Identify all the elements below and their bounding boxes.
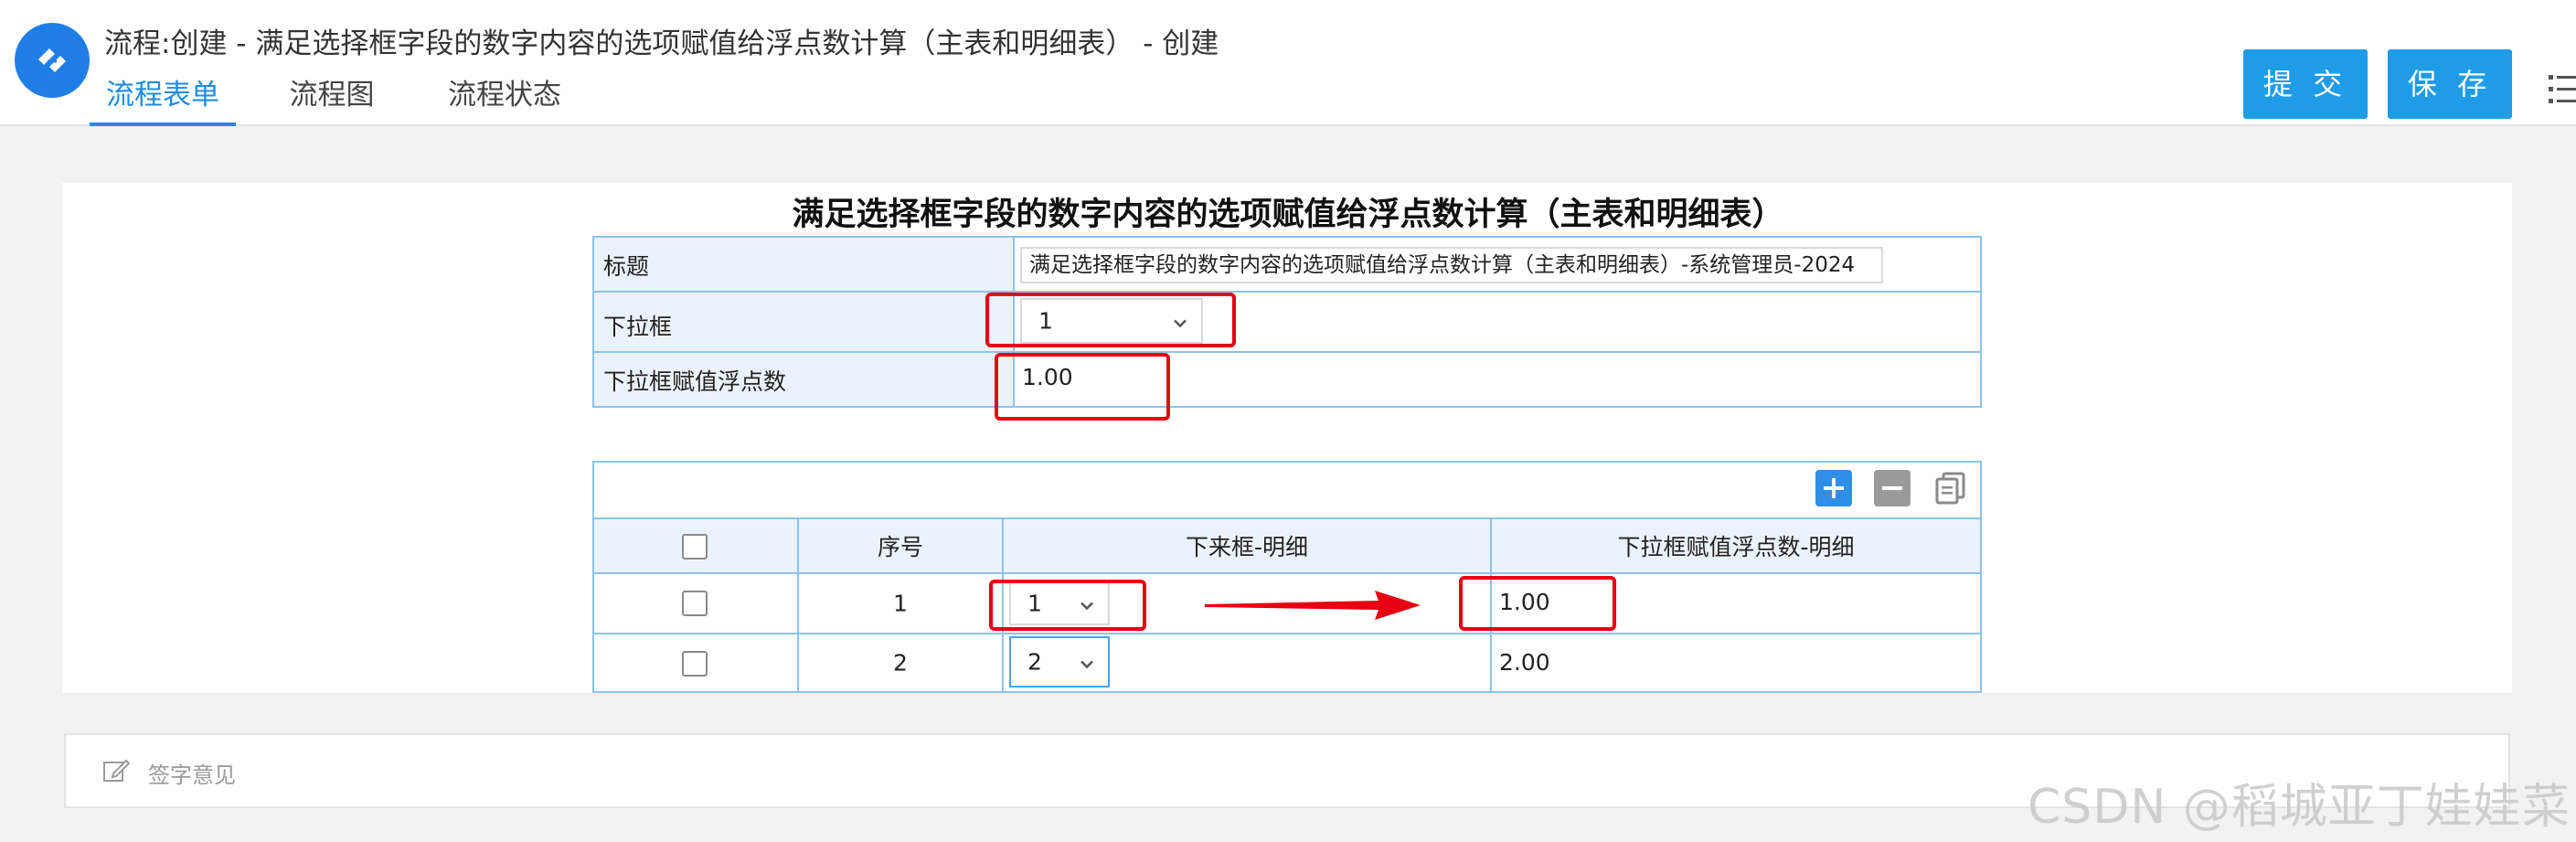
copy-icon[interactable] xyxy=(1932,470,1969,506)
tab-flowchart[interactable]: 流程图 xyxy=(282,75,382,126)
row-float-value: 1.00 xyxy=(1499,589,1550,615)
detail-select[interactable]: 1 xyxy=(1009,581,1110,625)
row-index-cell: 1 xyxy=(797,572,1004,634)
main-select[interactable]: 1 xyxy=(1020,298,1203,344)
select-label-cell: 下拉框 xyxy=(592,291,1015,353)
row-checkbox[interactable] xyxy=(682,651,708,677)
form-title: 满足选择框字段的数字内容的选项赋值给浮点数计算（主表和明细表） xyxy=(792,197,1784,233)
select-label: 下拉框 xyxy=(603,314,673,340)
app-title: 流程:创建 - 满足选择框字段的数字内容的选项赋值给浮点数计算（主表和明细表） … xyxy=(104,27,1219,60)
app-header: 流程:创建 - 满足选择框字段的数字内容的选项赋值给浮点数计算（主表和明细表） … xyxy=(0,0,2576,126)
row-checkbox[interactable] xyxy=(682,591,708,616)
chevron-down-icon xyxy=(1172,308,1188,335)
main-select-value: 1 xyxy=(1038,307,1053,335)
save-button[interactable]: 保 存 xyxy=(2388,49,2512,119)
detail-select[interactable]: 2 xyxy=(1009,636,1110,687)
title-label-cell: 标题 xyxy=(592,236,1015,293)
tab-status[interactable]: 流程状态 xyxy=(441,75,569,126)
list-menu-icon[interactable] xyxy=(2547,69,2576,110)
float-label-cell: 下拉框赋值浮点数 xyxy=(592,351,1015,408)
minus-icon[interactable] xyxy=(1874,470,1911,506)
signature-label: 签字意见 xyxy=(148,762,236,788)
row-float-cell xyxy=(1490,633,1982,693)
column-header-select: 下来框-明细 xyxy=(1002,517,1492,574)
title-label: 标题 xyxy=(603,253,650,280)
column-header-index: 序号 xyxy=(797,517,1004,574)
row-float-value: 2.00 xyxy=(1499,649,1550,676)
row-float-cell xyxy=(1490,572,1982,634)
select-all-checkbox[interactable] xyxy=(682,534,708,560)
row-index-cell: 2 xyxy=(797,633,1004,693)
annotation-arrow-icon xyxy=(1205,591,1421,620)
column-header-float: 下拉框赋值浮点数-明细 xyxy=(1490,517,1982,574)
float-value: 1.00 xyxy=(1022,364,1073,390)
float-label: 下拉框赋值浮点数 xyxy=(603,368,787,395)
tab-form[interactable]: 流程表单 xyxy=(90,75,236,126)
chevron-down-icon xyxy=(1079,649,1095,676)
float-value-cell xyxy=(1013,351,1982,408)
plus-icon[interactable] xyxy=(1815,470,1852,506)
title-input[interactable]: 满足选择框字段的数字内容的选项赋值给浮点数计算（主表和明细表）-系统管理员-20… xyxy=(1020,247,1883,283)
watermark: CSDN @稻城亚丁娃娃菜 xyxy=(2028,780,2571,835)
edit-icon xyxy=(102,757,131,788)
submit-button[interactable]: 提 交 xyxy=(2243,49,2368,119)
workflow-logo-icon xyxy=(15,23,90,98)
chevron-down-icon xyxy=(1079,591,1095,617)
